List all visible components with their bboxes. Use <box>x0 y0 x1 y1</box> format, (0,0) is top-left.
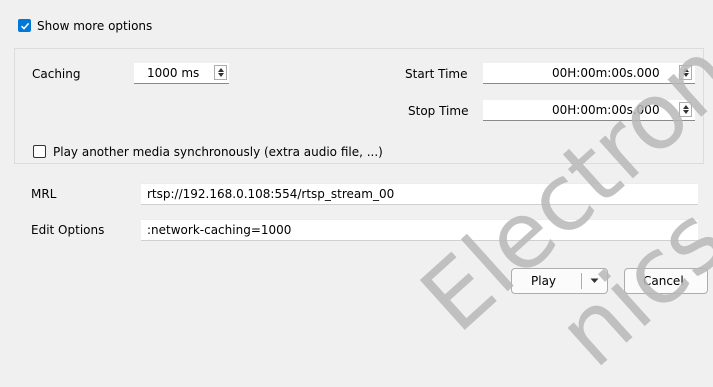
show-more-options-label[interactable]: Show more options <box>37 18 152 34</box>
cancel-button-label: Cancel <box>643 274 684 288</box>
play-button[interactable]: Play <box>511 268 608 294</box>
caching-value: 1000 ms <box>147 66 200 80</box>
start-time-label: Start Time <box>405 67 468 81</box>
spin-down-icon <box>218 73 224 77</box>
caching-spin-buttons[interactable] <box>214 65 227 80</box>
edit-options-value: :network-caching=1000 <box>147 223 292 237</box>
edit-options-field[interactable]: :network-caching=1000 <box>141 219 698 241</box>
spin-up-icon <box>683 68 689 72</box>
spin-down-icon <box>683 110 689 114</box>
cancel-button[interactable]: Cancel <box>624 268 708 294</box>
stop-time-label: Stop Time <box>408 104 469 118</box>
start-time-spin-buttons[interactable] <box>679 65 692 80</box>
spin-up-icon <box>218 68 224 72</box>
stop-time-value: 00H:00m:00s.000 <box>552 103 660 117</box>
play-another-checkbox[interactable] <box>33 145 46 158</box>
show-more-options-checkbox[interactable] <box>18 19 31 32</box>
mrl-label: MRL <box>31 187 57 201</box>
stop-time-field[interactable]: 00H:00m:00s.000 <box>483 100 695 121</box>
spin-down-icon <box>683 73 689 77</box>
start-time-value: 00H:00m:00s.000 <box>552 66 660 80</box>
caching-spinbox[interactable]: 1000 ms <box>134 63 229 84</box>
edit-options-label: Edit Options <box>31 223 105 237</box>
start-time-field[interactable]: 00H:00m:00s.000 <box>483 63 695 84</box>
caching-label: Caching <box>32 67 81 81</box>
play-another-label[interactable]: Play another media synchronously (extra … <box>53 144 383 160</box>
spin-up-icon <box>683 105 689 109</box>
mrl-field[interactable]: rtsp://192.168.0.108:554/rtsp_stream_00 <box>141 183 698 205</box>
checkmark-icon <box>20 22 30 30</box>
mrl-value: rtsp://192.168.0.108:554/rtsp_stream_00 <box>147 187 395 201</box>
play-dropdown-divider <box>581 273 582 289</box>
stop-time-spin-buttons[interactable] <box>679 102 692 117</box>
chevron-down-icon[interactable] <box>590 278 599 284</box>
play-button-label: Play <box>531 274 557 288</box>
